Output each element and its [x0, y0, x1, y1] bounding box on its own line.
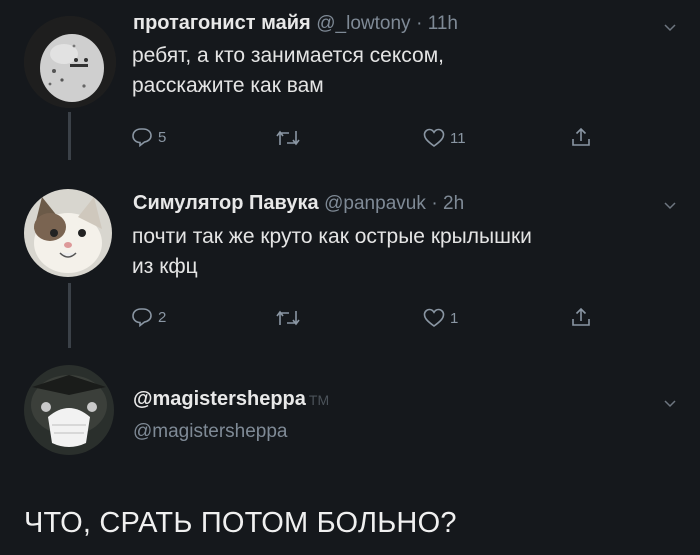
reply-icon — [132, 308, 152, 327]
avatar[interactable] — [24, 189, 112, 277]
reply-button[interactable]: 5 — [131, 127, 166, 147]
avatar[interactable] — [24, 365, 114, 455]
timestamp: · 2h — [431, 193, 465, 214]
like-count: 1 — [450, 309, 459, 327]
share-button[interactable] — [570, 126, 592, 148]
tweet-text-line: ребят, а кто занимается сексом, — [132, 44, 444, 67]
chevron-down-icon[interactable] — [664, 200, 676, 212]
profile-username: @magistersheppa — [133, 388, 306, 410]
tweet-text-line: почти так же круто как острые крылышки — [132, 225, 532, 248]
display-name: Симулятор Павука — [133, 192, 319, 214]
thread-line — [68, 112, 71, 160]
display-name: протагонист майя — [133, 12, 311, 34]
trademark-label: TM — [308, 392, 330, 408]
chevron-down-icon[interactable] — [664, 22, 676, 34]
like-button[interactable]: 1 — [423, 308, 458, 328]
profile-name[interactable]: @magistersheppa TM — [133, 388, 329, 411]
retweet-icon — [276, 310, 300, 326]
heart-icon — [423, 128, 445, 147]
share-icon — [572, 307, 590, 326]
tweet-text-line: расскажите как вам — [132, 74, 324, 97]
reply-count: 2 — [158, 308, 167, 326]
profile-handle: @magistersheppa — [133, 421, 288, 442]
author-name[interactable]: протагонист майя @_lowtony · 11h — [133, 12, 458, 35]
chevron-down-icon[interactable] — [664, 398, 676, 410]
heart-icon — [423, 308, 445, 327]
reply-count: 5 — [158, 128, 167, 146]
share-icon — [572, 127, 590, 146]
retweet-icon — [276, 130, 300, 146]
thread-line — [68, 283, 71, 348]
author-handle: @_lowtony — [316, 13, 411, 34]
reply-icon — [132, 128, 152, 147]
like-count: 11 — [450, 129, 466, 147]
author-handle: @panpavuk — [324, 193, 426, 214]
tweet-text-line: из кфц — [132, 255, 198, 278]
reply-text: ЧТО, СРАТЬ ПОТОМ БОЛЬНО? — [24, 507, 457, 539]
retweet-button[interactable] — [275, 308, 301, 328]
avatar[interactable] — [24, 16, 116, 108]
timestamp: · 11h — [416, 13, 458, 34]
retweet-button[interactable] — [275, 128, 301, 148]
reply-button[interactable]: 2 — [131, 307, 166, 327]
author-name[interactable]: Симулятор Павука @panpavuk · 2h — [133, 192, 464, 215]
like-button[interactable]: 11 — [423, 128, 466, 148]
share-button[interactable] — [570, 306, 592, 328]
